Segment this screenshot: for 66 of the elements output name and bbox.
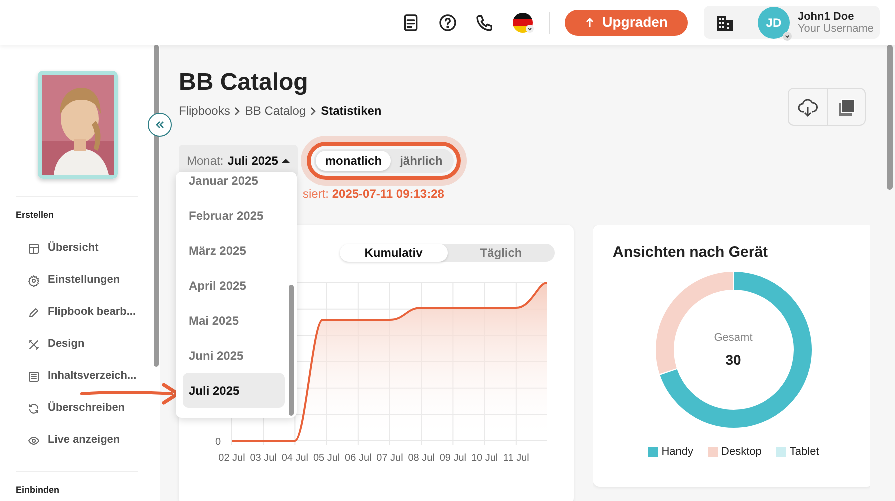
sidebar-item[interactable]: Überschreiben xyxy=(16,392,160,424)
sidebar-item[interactable]: Einstellungen xyxy=(16,264,160,296)
legend-item: Tablet xyxy=(776,444,820,460)
axis-label: 09 Jul xyxy=(440,453,467,464)
layout-icon xyxy=(28,242,40,254)
page-title: BB Catalog xyxy=(179,68,310,98)
scrollbar[interactable] xyxy=(887,45,893,190)
period-option[interactable]: jährlich xyxy=(391,151,452,171)
flag-icon[interactable] xyxy=(512,12,536,34)
phone-icon[interactable] xyxy=(474,12,495,32)
username: Your Username xyxy=(798,22,874,34)
building-icon[interactable] xyxy=(716,14,734,32)
breadcrumb-link[interactable]: BB Catalog xyxy=(245,102,306,120)
user-name: John1 Doe xyxy=(798,10,856,22)
sidebar-item[interactable]: Design xyxy=(16,328,160,360)
month-option[interactable]: Februar 2025 xyxy=(183,198,285,233)
arrow-up-icon xyxy=(584,18,595,28)
chevron-right-icon xyxy=(310,106,318,116)
scrollbar[interactable] xyxy=(289,285,294,416)
help-icon[interactable] xyxy=(438,12,458,32)
mode-option[interactable]: Kumulativ xyxy=(340,244,448,262)
axis-label: 11 Jul xyxy=(503,453,530,464)
total-label: Gesamt xyxy=(714,330,753,346)
breadcrumb-current: Statistiken xyxy=(321,103,382,120)
breadcrumb-link[interactable]: Flipbooks xyxy=(179,102,230,120)
legend-item: Handy xyxy=(648,444,694,460)
tools-icon xyxy=(28,338,40,350)
sync-label: siert: xyxy=(303,187,330,201)
axis-label: 08 Jul xyxy=(408,453,435,464)
month-option[interactable]: April 2025 xyxy=(183,268,285,303)
sync-time: 2025-07-11 09:13:28 xyxy=(332,187,444,201)
axis-label: 03 Jul xyxy=(250,453,277,464)
mode-option[interactable]: Täglich xyxy=(448,244,555,262)
chevron-down-icon xyxy=(782,32,792,40)
gear-icon xyxy=(28,274,40,286)
sidebar-item[interactable]: Live anzeigen xyxy=(16,424,160,456)
axis-label: 02 Jul xyxy=(218,453,246,464)
sync-icon xyxy=(28,402,40,414)
month-option[interactable]: Mai 2025 xyxy=(183,303,285,338)
list-icon xyxy=(28,370,40,382)
pencil-icon xyxy=(28,306,40,318)
sidebar-item[interactable]: Übersicht xyxy=(16,232,160,264)
collapse-button[interactable] xyxy=(148,113,172,137)
chevron-right-icon xyxy=(234,106,242,116)
axis-label: 04 Jul xyxy=(282,453,309,464)
month-option[interactable]: Juni 2025 xyxy=(183,338,285,373)
section-title: Erstellen xyxy=(16,209,56,222)
axis-label: 10 Jul xyxy=(471,453,498,464)
double-chevron-left-icon xyxy=(155,120,165,130)
card-title: Ansichten nach Gerät xyxy=(613,244,770,262)
total-value: 30 xyxy=(724,350,742,370)
scrollbar[interactable] xyxy=(154,45,159,367)
axis-label: 0 xyxy=(215,437,221,448)
axis-label: 07 Jul xyxy=(376,453,404,464)
eye-icon xyxy=(28,434,40,446)
cloud-download-icon xyxy=(798,98,818,117)
sidebar-item[interactable]: Flipbook bearb... xyxy=(16,296,160,328)
sidebar-item[interactable]: Inhaltsverzeich... xyxy=(16,360,160,392)
legend-item: Desktop xyxy=(708,444,762,460)
period-option[interactable]: monatlich xyxy=(316,151,392,171)
month-option[interactable]: Juli 2025 xyxy=(183,373,285,408)
section-title: Einbinden xyxy=(16,484,60,496)
axis-label: 05 Jul xyxy=(313,453,340,464)
month-option[interactable]: März 2025 xyxy=(183,233,285,268)
axis-label: 06 Jul xyxy=(345,453,372,464)
documents-icon xyxy=(838,98,856,117)
